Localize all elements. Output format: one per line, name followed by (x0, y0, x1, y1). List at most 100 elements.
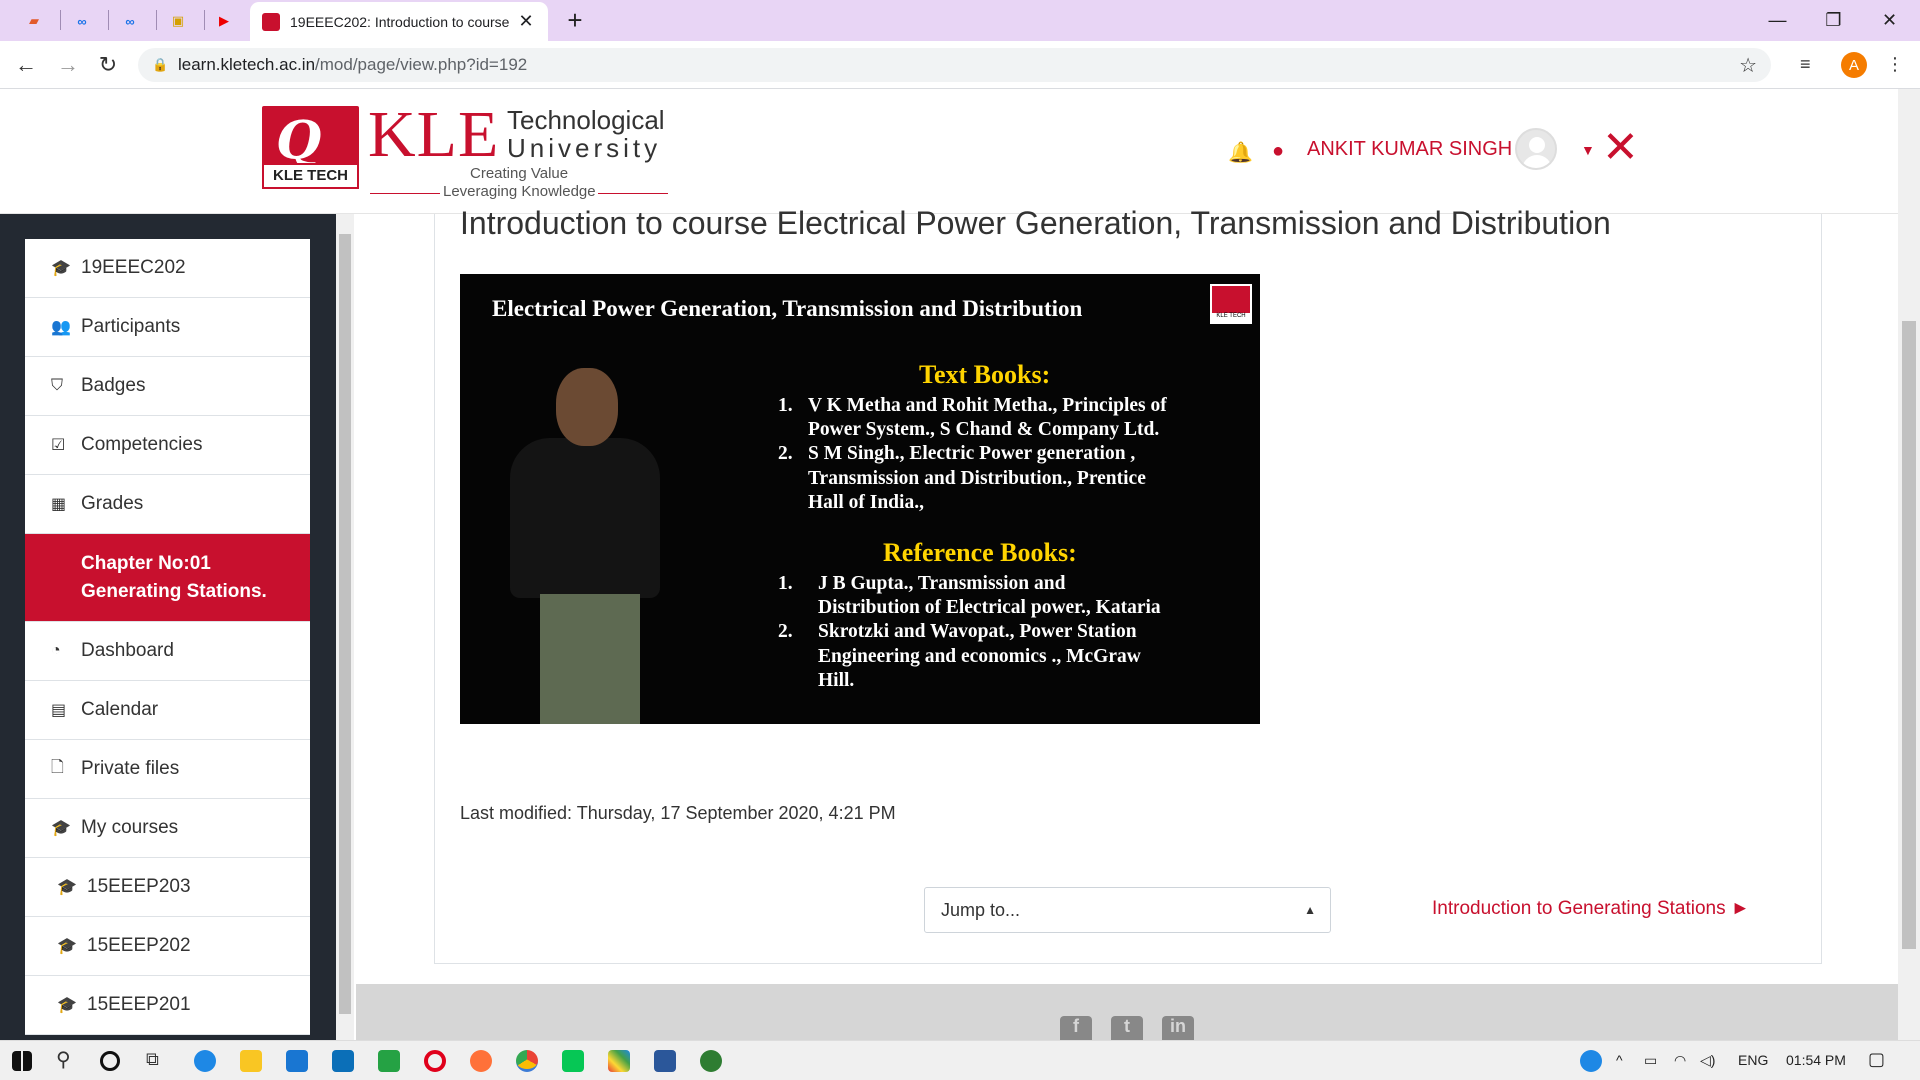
line-icon[interactable] (562, 1050, 584, 1072)
sidebar-item-label: Dashboard (81, 640, 174, 661)
mail-icon[interactable] (286, 1050, 308, 1072)
profile-avatar[interactable]: A (1841, 52, 1867, 78)
chat-icon[interactable]: ● (1272, 140, 1284, 163)
menu-dots-icon[interactable]: ⋮ (1886, 54, 1904, 75)
clock[interactable]: 01:54 PM (1786, 1052, 1846, 1068)
scrollbar-thumb[interactable] (339, 234, 351, 1014)
site-header: Q KLE TECH KLE Technological University … (0, 90, 1898, 214)
search-icon[interactable]: ⚲ (56, 1047, 78, 1071)
sidebar-item-label: Competencies (81, 434, 203, 455)
edge-icon[interactable] (194, 1050, 216, 1072)
logo-tagline-1: Creating Value (470, 165, 569, 182)
reading-list-icon[interactable]: ≡ (1800, 54, 1811, 75)
tray-chevron-icon[interactable]: ^ (1616, 1052, 1623, 1068)
pinned-tab-doc-icon[interactable]: ▣ (162, 8, 194, 34)
calendar-icon: ▤ (51, 702, 67, 719)
logo-badge: KLE TECH (262, 163, 359, 189)
lecture-video[interactable]: Electrical Power Generation, Transmissio… (460, 274, 1260, 724)
logo-technological: Technological (507, 105, 665, 135)
chrome-icon[interactable] (516, 1050, 538, 1072)
windows-start-icon[interactable] (12, 1051, 32, 1071)
jump-to-select[interactable]: Jump to... ▲ (924, 887, 1331, 933)
cortana-icon[interactable] (100, 1051, 120, 1071)
text-books-heading: Text Books: (919, 360, 1051, 389)
sidebar-item-course[interactable]: 🎓 19EEEC202 (25, 239, 310, 298)
app-icon[interactable] (332, 1050, 354, 1072)
url-host: learn.kletech.ac.in (178, 55, 316, 74)
help-icon[interactable] (1580, 1050, 1602, 1072)
sidebar-item-course-15eeep202[interactable]: 🎓 15EEEP202 (25, 917, 310, 976)
facebook-icon[interactable]: f (1060, 1016, 1092, 1040)
scrollbar-thumb[interactable] (1902, 321, 1916, 949)
minimize-button[interactable]: — (1750, 0, 1805, 40)
sidebar-scrollbar[interactable] (336, 214, 354, 1040)
sidebar-item-grades[interactable]: ▦ Grades (25, 475, 310, 534)
sidebar-item-course-15eeep201[interactable]: 🎓 15EEEP201 (25, 976, 310, 1035)
user-name[interactable]: ANKIT KUMAR SINGH . (1307, 138, 1523, 161)
logo-university: University (507, 133, 662, 163)
sidebar-item-calendar[interactable]: ▤ Calendar (25, 681, 310, 740)
pinned-tab-link-icon[interactable]: ∞ (66, 8, 98, 34)
bell-icon[interactable]: 🔔 (1228, 140, 1253, 165)
reload-icon[interactable]: ↻ (92, 50, 124, 80)
opera-icon[interactable] (424, 1050, 446, 1072)
user-avatar[interactable] (1515, 128, 1557, 170)
wifi-icon[interactable]: ◠ (1674, 1052, 1686, 1069)
sidebar-item-dashboard[interactable]: ◔ Dashboard (25, 622, 310, 681)
page-scrollbar[interactable] (1898, 89, 1920, 1040)
ref-book-1-line2: Distribution of Electrical power., Katar… (818, 597, 1161, 618)
sidebar-item-competencies[interactable]: ☑ Competencies (25, 416, 310, 475)
pinned-tab-office-icon[interactable]: ▰ (18, 8, 50, 34)
ref-book-1-line1: J B Gupta., Transmission and (818, 573, 1066, 594)
whatsapp-icon[interactable] (378, 1050, 400, 1072)
sidebar-item-private-files[interactable]: 🗋 Private files (25, 740, 310, 799)
bookmark-star-icon[interactable]: ☆ (1739, 53, 1757, 78)
windows-taskbar: ⚲ ⧉ ^ ▭ ◠ ◁) ENG 01:54 PM ▢ (0, 1040, 1920, 1080)
notifications-icon[interactable]: ▢ (1868, 1049, 1885, 1070)
maps-icon[interactable] (700, 1050, 722, 1072)
twitter-icon[interactable]: t (1111, 1016, 1143, 1040)
back-arrow-icon[interactable]: ← (10, 50, 42, 80)
task-view-icon[interactable]: ⧉ (146, 1049, 168, 1071)
linkedin-icon[interactable]: in (1162, 1016, 1194, 1040)
logo-kle-text: KLE (368, 98, 500, 171)
battery-icon[interactable]: ▭ (1644, 1052, 1657, 1069)
language-indicator[interactable]: ENG (1738, 1052, 1768, 1068)
kle-logo[interactable]: Q KLE TECH (262, 106, 359, 189)
sidebar-item-label: Calendar (81, 699, 159, 720)
forward-arrow-icon[interactable]: → (52, 50, 84, 80)
tab-active-course[interactable]: 19EEEC202: Introduction to course ✕ (250, 2, 548, 41)
sidebar-nav: 🎓 19EEEC202 👥 Participants ⛉ Badges ☑ Compet… (0, 214, 336, 1040)
sidebar-item-chapter-active[interactable]: Chapter No:01 Generating Stations. (25, 534, 310, 622)
ref-book-1-number: 1. (778, 573, 793, 594)
next-activity-link[interactable]: Introduction to Generating Stations ► (1432, 898, 1750, 920)
close-icon[interactable]: ✕ (1602, 126, 1639, 170)
paint-icon[interactable] (608, 1050, 630, 1072)
kle-favicon-icon (262, 12, 280, 31)
users-icon: 👥 (51, 319, 71, 336)
volume-icon[interactable]: ◁) (1700, 1052, 1715, 1069)
pinned-tab-link-icon[interactable]: ∞ (114, 8, 146, 34)
new-tab-button[interactable]: + (560, 5, 590, 35)
table-icon: ▦ (51, 496, 67, 513)
logo-tagline-2: Leveraging Knowledge (443, 183, 596, 200)
tab-separator (204, 10, 205, 30)
sidebar-item-my-courses[interactable]: 🎓 My courses (25, 799, 310, 858)
firefox-icon[interactable] (470, 1050, 492, 1072)
shield-icon: ⛉ (51, 377, 64, 394)
page-title: Introduction to course Electrical Power … (460, 205, 1611, 241)
window-close-button[interactable]: ✕ (1862, 0, 1917, 40)
file-explorer-icon[interactable] (240, 1050, 262, 1072)
tab-close-icon[interactable]: ✕ (516, 11, 536, 32)
sidebar-item-course-15eeep203[interactable]: 🎓 15EEEP203 (25, 858, 310, 917)
chevron-down-icon[interactable]: ▼ (1581, 142, 1595, 158)
sidebar-active-line1: Chapter No:01 (81, 552, 211, 574)
sidebar-item-badges[interactable]: ⛉ Badges (25, 357, 310, 416)
maximize-button[interactable]: ❐ (1806, 0, 1861, 40)
address-bar[interactable]: 🔒 learn.kletech.ac.in/mod/page/view.php?… (138, 48, 1771, 82)
word-icon[interactable] (654, 1050, 676, 1072)
sidebar-item-participants[interactable]: 👥 Participants (25, 298, 310, 357)
sidebar-item-label: Participants (81, 316, 181, 337)
pinned-tab-youtube-icon[interactable]: ▶ (208, 8, 240, 34)
graduation-cap-icon: 🎓 (51, 260, 71, 277)
